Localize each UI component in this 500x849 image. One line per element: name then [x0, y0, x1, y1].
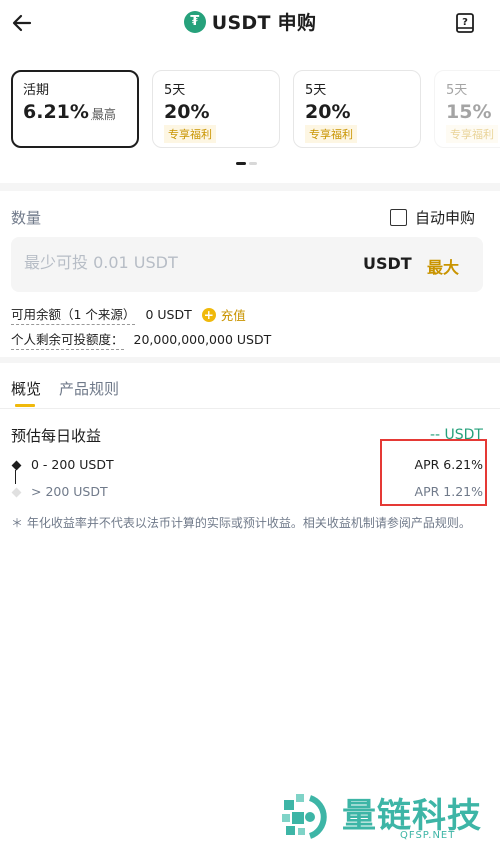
- available-balance-label[interactable]: 可用余额（1 个来源）: [11, 304, 136, 325]
- remaining-quota-value: 20,000,000,000 USDT: [133, 332, 272, 347]
- disclaimer-note: ＊ 年化收益率并不代表以法币计算的实际或预计收益。相关收益机制请参阅产品规则。: [11, 516, 471, 530]
- annotation-highlight-box: [380, 439, 487, 506]
- product-tag: 专享福利: [164, 125, 216, 143]
- product-rate-sub: 最高: [91, 107, 116, 121]
- tab-product-rules[interactable]: 产品规则: [59, 378, 119, 408]
- tier-range: > 200 USDT: [31, 484, 108, 499]
- product-card-list: 活期 6.21% 最高 5天 20% 专享福利 5天 20% 专享福利 5天 15…: [11, 70, 500, 152]
- carousel-dot: [249, 162, 257, 165]
- watermark-subtitle: QFSP.NET: [400, 830, 456, 841]
- available-balance-row: 可用余额（1 个来源） 0 USDT + 充值: [11, 304, 246, 325]
- product-card-5d-c[interactable]: 5天 15% 专享福利: [434, 70, 500, 148]
- top-bar: ₮ USDT 申购 ?: [0, 0, 500, 46]
- recharge-button[interactable]: + 充值: [201, 305, 246, 324]
- quantity-label: 数量: [11, 209, 42, 227]
- tab-underline-divider: [0, 408, 500, 409]
- amount-field[interactable]: USDT 最大: [11, 237, 483, 292]
- tier-active-marker-icon: [11, 460, 22, 471]
- usdt-logo-icon: ₮: [183, 10, 206, 33]
- product-rate: 15%: [446, 101, 492, 123]
- product-tag: 专享福利: [305, 125, 357, 143]
- page-title: USDT 申购: [211, 12, 317, 34]
- carousel-dot-active: [236, 162, 246, 165]
- plus-icon: +: [201, 307, 216, 322]
- amount-unit: USDT: [363, 254, 412, 273]
- estimated-daily-earnings-label: 预估每日收益: [11, 427, 102, 445]
- watermark-logo-icon: [282, 794, 327, 839]
- product-card-5d-b[interactable]: 5天 20% 专享福利: [293, 70, 421, 148]
- svg-text:?: ?: [462, 17, 468, 28]
- product-term: 5天: [305, 83, 327, 98]
- max-button[interactable]: 最大: [427, 254, 459, 278]
- product-term: 5天: [164, 83, 186, 98]
- product-card-5d-a[interactable]: 5天 20% 专享福利: [152, 70, 280, 148]
- product-rate: 20%: [305, 101, 351, 123]
- tab-overview[interactable]: 概览: [11, 378, 41, 408]
- remaining-quota-row: 个人剩余可投额度： 20,000,000,000 USDT: [11, 329, 271, 350]
- product-card-flexible[interactable]: 活期 6.21% 最高: [11, 70, 139, 148]
- product-term: 活期: [23, 83, 50, 98]
- product-term: 5天: [446, 83, 468, 98]
- tab-bar: 概览 产品规则: [11, 378, 119, 408]
- tier-inactive-marker-icon: [11, 487, 22, 498]
- amount-input[interactable]: [24, 253, 324, 272]
- tier-range: 0 - 200 USDT: [31, 457, 114, 472]
- tier-connector: [15, 470, 16, 484]
- auto-subscribe-toggle[interactable]: 自动申购: [390, 207, 475, 228]
- product-tag: 专享福利: [446, 125, 498, 143]
- remaining-quota-label[interactable]: 个人剩余可投额度：: [11, 329, 124, 350]
- recharge-label: 充值: [220, 308, 246, 323]
- book-icon[interactable]: ?: [454, 12, 476, 34]
- available-balance-value: 0 USDT: [145, 307, 192, 322]
- auto-subscribe-label: 自动申购: [415, 209, 476, 227]
- section-divider: [0, 183, 500, 191]
- watermark-logo: 量链科技 QFSP.NET: [280, 788, 496, 844]
- auto-subscribe-checkbox[interactable]: [390, 209, 407, 226]
- section-divider: [0, 357, 500, 363]
- carousel-indicator: [236, 162, 257, 165]
- product-rate: 20%: [164, 101, 210, 123]
- product-rate: 6.21%: [23, 101, 89, 123]
